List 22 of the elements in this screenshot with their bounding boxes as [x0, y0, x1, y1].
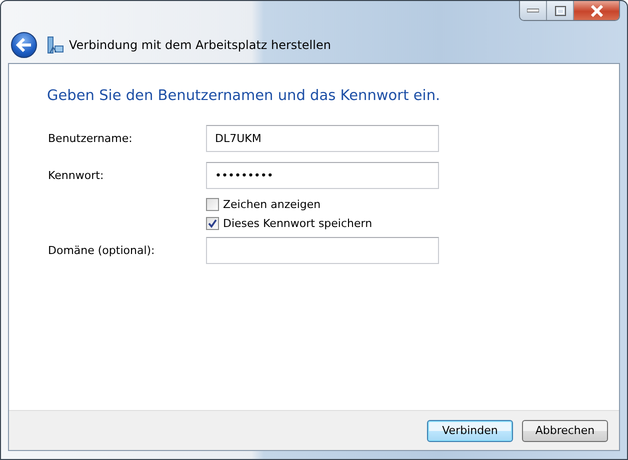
dialog-button[interactable]: Verbinden [427, 420, 513, 442]
close-button[interactable] [574, 1, 619, 20]
field-label: Kennwort: [47, 169, 105, 182]
dialog-button[interactable]: Abbrechen [522, 420, 608, 442]
input-field[interactable]: ••••••••• [206, 162, 439, 189]
input-field[interactable]: DL7UKM [206, 125, 439, 152]
back-arrow-icon [16, 38, 32, 52]
close-icon [590, 4, 604, 16]
checkbox[interactable]: Zeichen anzeigen [206, 198, 321, 211]
checkmark-icon [208, 219, 217, 228]
maximize-icon [554, 6, 566, 16]
window-title: Verbindung mit dem Arbeitsplatz herstellen [69, 38, 331, 52]
field-label: Domäne (optional): [47, 244, 156, 257]
instruction-heading: Geben Sie den Benutzernamen und das Kennwort ein. [47, 88, 442, 104]
maximize-button[interactable] [547, 1, 574, 20]
minimize-icon [527, 8, 539, 13]
minimize-button[interactable] [520, 1, 547, 20]
computer-network-icon [47, 35, 65, 55]
checkbox[interactable]: Dieses Kennwort speichern [206, 217, 372, 230]
back-button[interactable] [11, 32, 37, 58]
field-label: Benutzername: [47, 132, 134, 145]
input-field[interactable] [206, 237, 439, 264]
